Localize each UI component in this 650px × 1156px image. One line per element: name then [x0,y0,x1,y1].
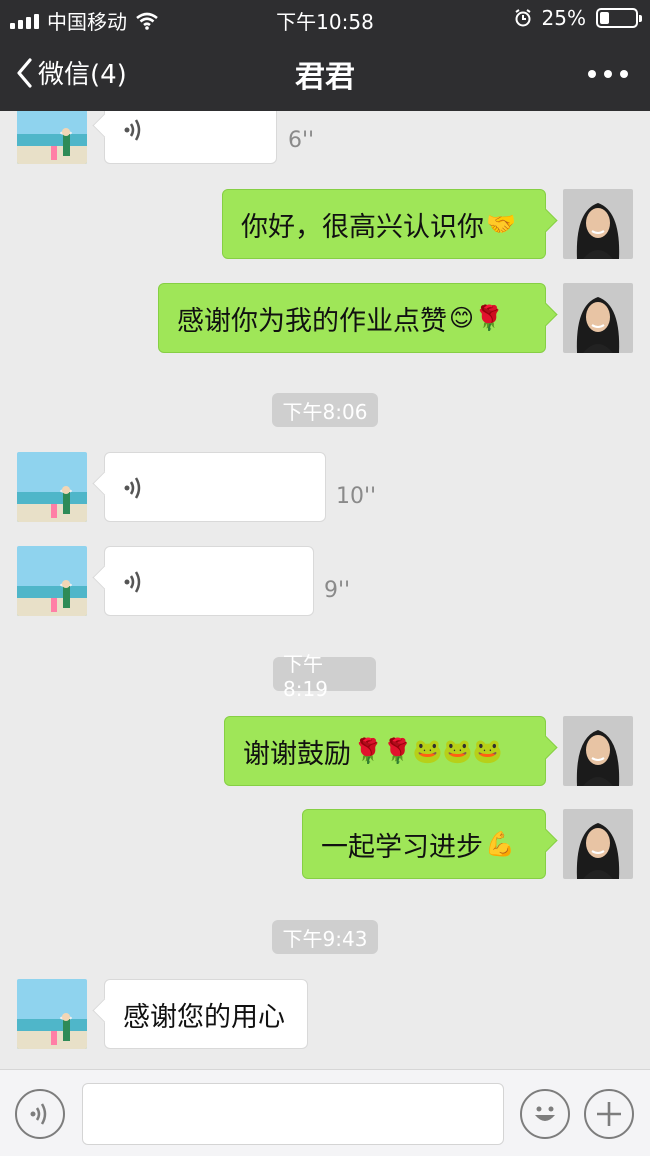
voice-wave-icon [124,119,141,141]
add-button[interactable] [584,1089,634,1139]
battery-fill [600,12,609,24]
message-text: 谢谢鼓励 [243,738,351,770]
alarm-icon [514,9,531,27]
message-text: 感谢您的用心 [123,1001,285,1033]
voice-wave-icon [124,571,141,593]
voice-wave-icon [124,477,141,499]
message-input[interactable] [82,1083,504,1145]
status-bar: 中国移动 下午10:58 25% [0,0,650,36]
message-emoji: 🌹🌹🐸🐸🐸 [353,737,503,765]
my-avatar[interactable] [563,283,633,353]
timestamp-badge: 下午8:06 [272,393,378,427]
chat-area[interactable]: 6'' 你好，很高兴认识你 🤝 感谢你为我的作业点赞 😊🌹 下午8:06 10'' … [0,111,650,1069]
message-text: 你好，很高兴认识你 [241,211,484,243]
status-right: 25% [514,6,642,30]
incoming-message-bubble[interactable]: 感谢您的用心 [104,979,308,1049]
contact-avatar[interactable] [17,452,87,522]
outgoing-message-bubble[interactable]: 谢谢鼓励 🌹🌹🐸🐸🐸 [224,716,546,786]
message-emoji: 😊🌹 [449,304,504,332]
emoji-button[interactable] [520,1089,570,1139]
voice-message-bubble[interactable] [104,111,277,164]
contact-avatar[interactable] [17,111,87,164]
message-emoji: 🤝 [486,210,516,238]
message-emoji: 💪 [485,830,515,858]
voice-message-bubble[interactable] [104,452,326,522]
outgoing-message-bubble[interactable]: 你好，很高兴认识你 🤝 [222,189,546,259]
voice-duration: 10'' [336,484,377,509]
message-text: 感谢你为我的作业点赞 [177,305,447,337]
input-bar [0,1069,650,1156]
more-menu-button[interactable] [588,70,628,78]
voice-icon [30,1103,47,1125]
timestamp-badge: 下午9:43 [272,920,378,954]
timestamp-badge: 下午8:19 [273,652,376,701]
nav-bar: 微信(4) 君君 [0,36,650,111]
voice-message-bubble[interactable] [104,546,314,616]
outgoing-message-bubble[interactable]: 一起学习进步 💪 [302,809,546,879]
chat-title: 君君 [295,60,355,95]
outgoing-message-bubble[interactable]: 感谢你为我的作业点赞 😊🌹 [158,283,546,353]
message-text: 一起学习进步 [321,831,483,863]
battery-percent: 25% [541,6,586,30]
contact-avatar[interactable] [17,546,87,616]
my-avatar[interactable] [563,809,633,879]
plus-icon [597,1102,621,1126]
battery-icon [596,8,642,28]
contact-avatar[interactable] [17,979,87,1049]
voice-duration: 9'' [324,578,351,603]
voice-duration: 6'' [288,128,315,153]
smiley-icon [535,1106,555,1121]
my-avatar[interactable] [563,716,633,786]
voice-input-button[interactable] [15,1089,65,1139]
my-avatar[interactable] [563,189,633,259]
